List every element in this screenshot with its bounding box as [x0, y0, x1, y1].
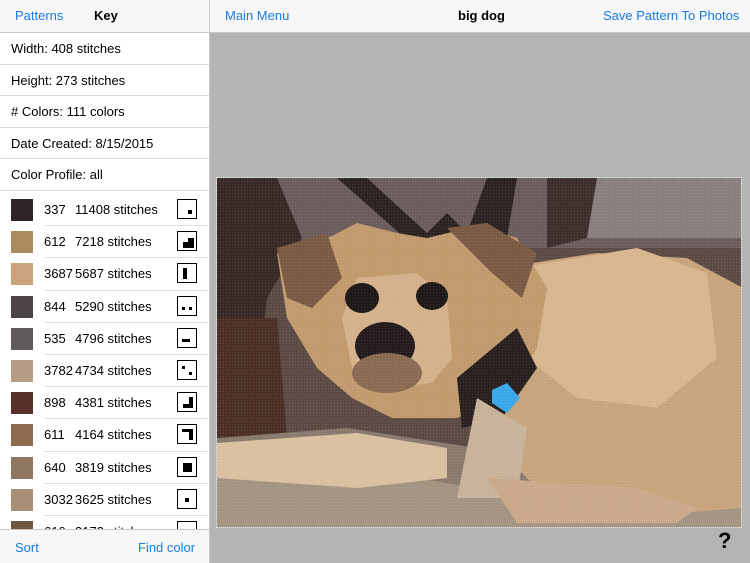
color-swatch — [11, 295, 33, 318]
sidebar-nav-bar: Patterns Key — [0, 0, 209, 33]
color-code: 611 — [44, 427, 65, 443]
color-swatch — [11, 199, 33, 221]
dog-pattern-picture — [217, 178, 741, 527]
center-square-symbol-icon — [177, 456, 197, 477]
info-color-profile: Color Profile: all — [0, 159, 209, 191]
info-colors-count: # Colors: 111 colors — [0, 96, 209, 128]
step-br-symbol-icon — [177, 231, 197, 252]
color-code: 3032 — [44, 491, 73, 507]
color-key-row[interactable]: 337 11408 stitches — [0, 194, 209, 227]
color-code: 612 — [44, 234, 66, 250]
stitch-count: 3625 stitches — [75, 491, 152, 507]
sidebar-toolbar: Sort Find color — [0, 529, 209, 563]
info-date-created: Date Created: 8/15/2015 — [0, 128, 209, 159]
color-code: 535 — [44, 330, 66, 346]
save-pattern-button[interactable]: Save Pattern To Photos — [603, 8, 739, 23]
color-code: 3782 — [44, 362, 73, 378]
color-key-row[interactable]: 844 5290 stitches — [0, 291, 209, 323]
diag-dots-symbol-icon — [177, 359, 197, 380]
corner-br-symbol-icon — [177, 392, 197, 413]
color-key-row[interactable]: 611 4164 stitches — [0, 419, 209, 452]
color-key-list[interactable]: 337 11408 stitches 612 7218 stitches 3687 568… — [0, 194, 209, 530]
patterns-back-button[interactable]: Patterns — [15, 8, 63, 23]
key-sidebar: Patterns Key Width: 408 stitches Height:… — [0, 0, 210, 563]
bar-left-symbol-icon — [177, 263, 197, 284]
info-width: Width: 408 stitches — [0, 33, 209, 65]
color-swatch — [11, 263, 33, 286]
corner-tr-symbol-icon — [177, 424, 197, 445]
stitch-count: 4734 stitches — [75, 362, 152, 378]
main-nav-bar: Main Menu big dog Save Pattern To Photos — [210, 0, 750, 33]
pattern-info-list: Width: 408 stitches Height: 273 stitches… — [0, 33, 209, 191]
color-swatch — [11, 327, 33, 350]
pattern-preview-image[interactable] — [216, 177, 742, 528]
sort-button[interactable]: Sort — [15, 540, 39, 555]
color-swatch — [11, 456, 33, 479]
sidebar-title: Key — [94, 8, 118, 23]
stitch-count: 4381 stitches — [75, 395, 152, 411]
color-swatch — [11, 392, 33, 415]
dot-center-symbol-icon — [177, 488, 197, 509]
color-key-row[interactable]: 3032 3625 stitches — [0, 484, 209, 517]
stitch-count: 11408 stitches — [75, 202, 158, 217]
color-code: 844 — [44, 298, 66, 314]
color-code: 640 — [44, 459, 66, 475]
color-key-row[interactable]: 535 4796 stitches — [0, 323, 209, 356]
color-swatch — [11, 231, 33, 254]
color-key-row[interactable]: 3687 5687 stitches — [0, 258, 209, 291]
color-key-row[interactable]: 3782 4734 stitches — [0, 355, 209, 388]
color-swatch — [11, 488, 33, 511]
pattern-title: big dog — [458, 8, 505, 23]
stitch-count: 4164 stitches — [75, 427, 152, 443]
color-key-row[interactable]: 898 4381 stitches — [0, 387, 209, 420]
color-key-row[interactable]: 6103173 stitches — [0, 516, 209, 530]
color-key-row[interactable]: 640 3819 stitches — [0, 452, 209, 484]
stitch-count: 5290 stitches — [75, 298, 152, 314]
stitch-count: 3819 stitches — [75, 459, 152, 475]
help-button[interactable]: ? — [718, 528, 731, 554]
main-menu-button[interactable]: Main Menu — [225, 8, 289, 23]
dot-br-symbol-icon — [177, 199, 197, 219]
find-color-button[interactable]: Find color — [138, 540, 195, 555]
color-code: 3687 — [44, 266, 73, 282]
color-swatch — [11, 359, 33, 382]
stitch-count: 7218 stitches — [75, 234, 152, 250]
stitch-count: 4796 stitches — [75, 330, 152, 346]
two-dots-symbol-icon — [177, 295, 197, 316]
info-height: Height: 273 stitches — [0, 65, 209, 96]
color-code: 337 — [44, 202, 66, 217]
color-code: 898 — [44, 395, 66, 411]
color-swatch — [11, 424, 33, 447]
stitch-count: 5687 stitches — [75, 266, 152, 282]
color-key-row[interactable]: 612 7218 stitches — [0, 226, 209, 259]
dash-low-symbol-icon — [177, 327, 197, 348]
